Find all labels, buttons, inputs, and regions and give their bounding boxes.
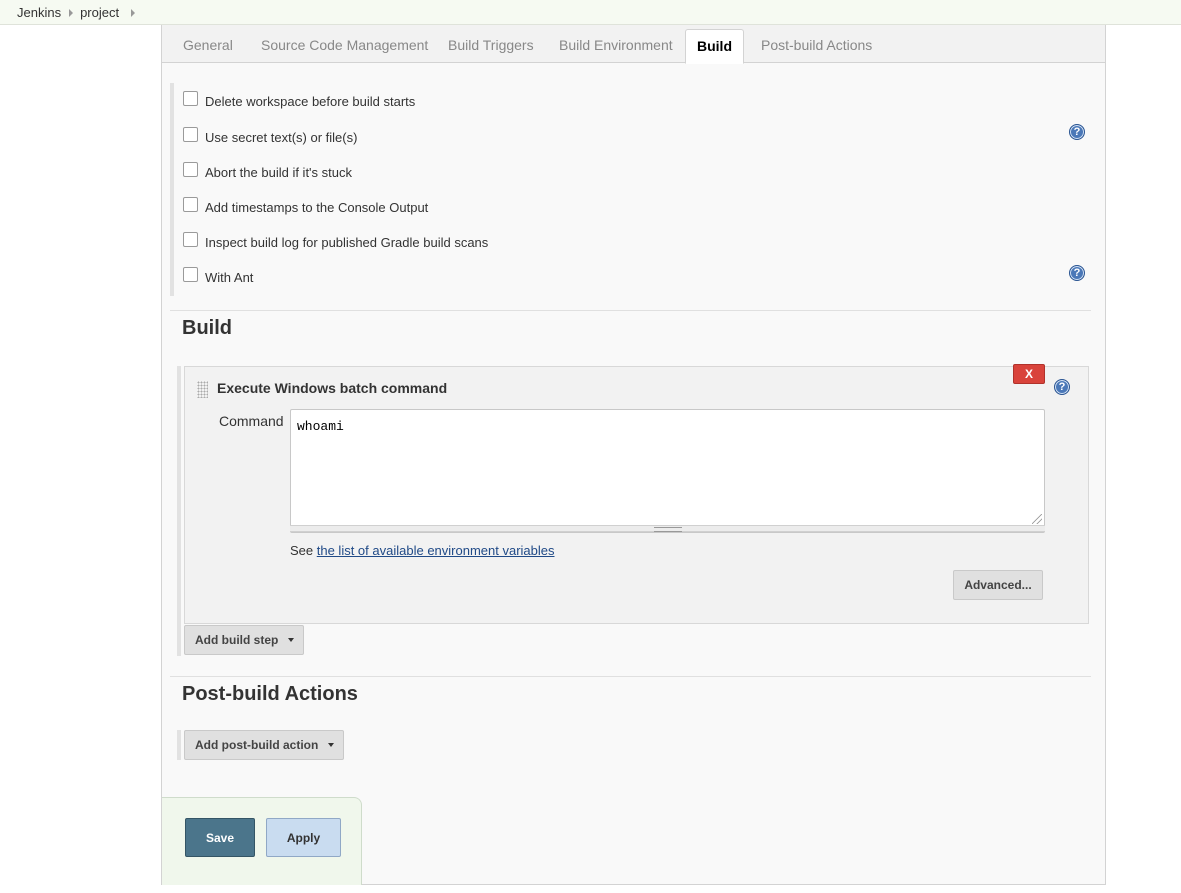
textarea-resize-grip[interactable]: [290, 525, 1045, 532]
options-rail: [170, 83, 174, 296]
tab-post-build-actions[interactable]: Post-build Actions: [761, 37, 872, 53]
option-delete-workspace: Delete workspace before build starts: [183, 91, 415, 109]
build-steps-rail: [177, 366, 181, 656]
config-tabbar: General Source Code Management Build Tri…: [162, 25, 1105, 64]
gradle-scans-label[interactable]: Inspect build log for published Gradle b…: [205, 235, 488, 250]
gradle-scans-checkbox[interactable]: [183, 232, 198, 247]
command-textarea[interactable]: whoami: [290, 409, 1045, 533]
secret-text-label[interactable]: Use secret text(s) or file(s): [205, 130, 357, 145]
with-ant-help-icon[interactable]: ?: [1069, 265, 1085, 281]
chevron-down-icon: [288, 638, 295, 642]
abort-stuck-checkbox[interactable]: [183, 162, 198, 177]
step-help-icon[interactable]: ?: [1054, 379, 1070, 395]
option-timestamps: Add timestamps to the Console Output: [183, 197, 428, 215]
resize-corner-icon[interactable]: [1032, 514, 1042, 524]
breadcrumb-arrow-icon[interactable]: [68, 8, 73, 17]
tab-build-environment[interactable]: Build Environment: [559, 37, 673, 53]
option-with-ant: With Ant: [183, 267, 253, 285]
section-divider: [170, 310, 1091, 311]
breadcrumb-jenkins[interactable]: Jenkins: [0, 5, 61, 20]
tab-general[interactable]: General: [183, 37, 233, 53]
secret-text-help-icon[interactable]: ?: [1069, 124, 1085, 140]
tab-build[interactable]: Build: [685, 29, 744, 64]
save-button[interactable]: Save: [185, 818, 255, 857]
step-title: Execute Windows batch command: [217, 380, 448, 396]
bottom-sticker: Save Apply: [162, 797, 362, 885]
timestamps-label[interactable]: Add timestamps to the Console Output: [205, 200, 428, 215]
option-abort-stuck: Abort the build if it's stuck: [183, 162, 352, 180]
env-vars-link[interactable]: the list of available environment variab…: [317, 543, 555, 558]
tab-build-triggers[interactable]: Build Triggers: [448, 37, 534, 53]
drag-handle-icon[interactable]: [197, 381, 208, 398]
breadcrumb-project[interactable]: project: [80, 5, 119, 20]
env-vars-hint: See the list of available environment va…: [290, 543, 555, 558]
apply-button[interactable]: Apply: [266, 818, 341, 857]
add-post-build-action-button[interactable]: Add post-build action: [184, 730, 344, 760]
with-ant-checkbox[interactable]: [183, 267, 198, 282]
with-ant-label[interactable]: With Ant: [205, 270, 253, 285]
timestamps-checkbox[interactable]: [183, 197, 198, 212]
breadcrumb-arrow-icon[interactable]: [130, 8, 135, 17]
add-build-step-label: Add build step: [195, 633, 279, 647]
post-build-rail: [177, 730, 181, 760]
config-panel: General Source Code Management Build Tri…: [161, 25, 1106, 885]
env-vars-prefix: See: [290, 543, 317, 558]
windows-batch-step: Execute Windows batch command X ? Comman…: [184, 364, 1089, 624]
option-secret-text: Use secret text(s) or file(s): [183, 127, 357, 145]
build-section-title: Build: [182, 317, 232, 339]
command-label: Command: [219, 413, 284, 429]
abort-stuck-label[interactable]: Abort the build if it's stuck: [205, 165, 352, 180]
add-build-step-button[interactable]: Add build step: [184, 625, 304, 655]
delete-workspace-label[interactable]: Delete workspace before build starts: [205, 94, 415, 109]
breadcrumb: Jenkins project: [0, 0, 1181, 25]
secret-text-checkbox[interactable]: [183, 127, 198, 142]
tab-source-code-management[interactable]: Source Code Management: [261, 37, 428, 53]
delete-workspace-checkbox[interactable]: [183, 91, 198, 106]
post-build-section-title: Post-build Actions: [182, 683, 358, 705]
add-post-build-action-label: Add post-build action: [195, 738, 319, 752]
chevron-down-icon: [328, 743, 335, 747]
advanced-button[interactable]: Advanced...: [953, 570, 1043, 600]
delete-step-button[interactable]: X: [1013, 364, 1045, 384]
option-gradle-scans: Inspect build log for published Gradle b…: [183, 232, 488, 250]
section-divider: [170, 676, 1091, 677]
